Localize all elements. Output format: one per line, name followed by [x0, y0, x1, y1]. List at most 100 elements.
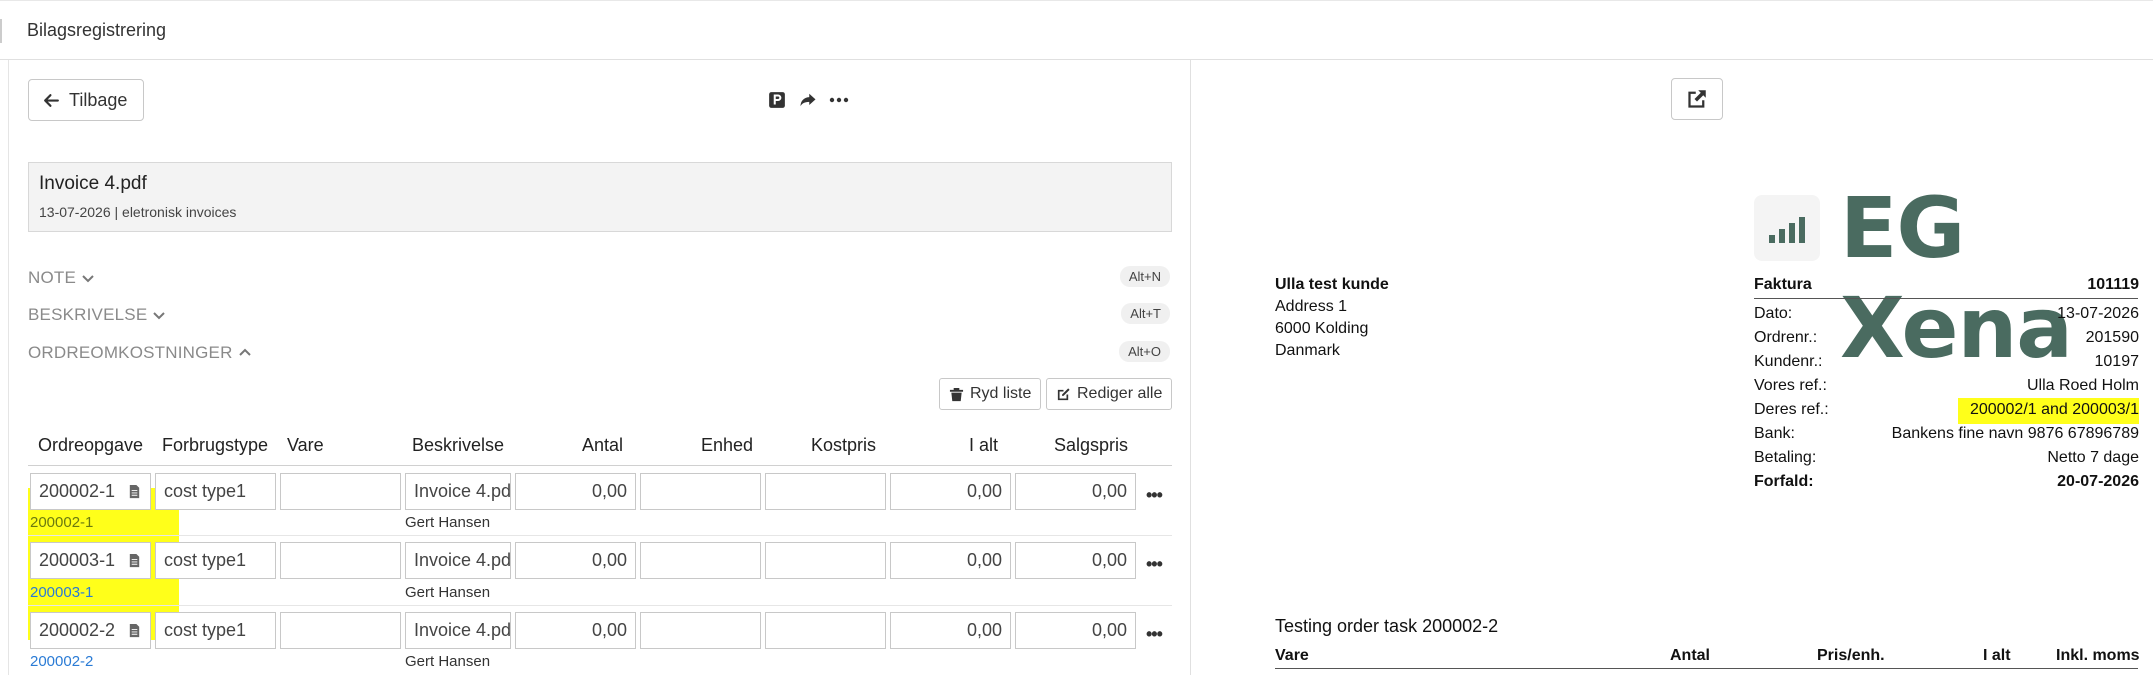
section-order-costs-toggle[interactable]: ORDREOMKOSTNINGER	[28, 343, 253, 363]
document-icon[interactable]	[127, 484, 142, 499]
lines-header-unit-price: Pris/enh.	[1817, 647, 1885, 664]
column-header-item: Vare	[287, 435, 324, 455]
column-header-description: Beskrivelse	[412, 435, 505, 455]
invoice-field-label: Forfald:	[1754, 473, 1814, 490]
app-header: Bilagsregistrering	[0, 0, 2153, 60]
item-input[interactable]	[280, 612, 401, 649]
quantity-input[interactable]: 0,00	[515, 612, 636, 649]
divider	[1754, 298, 2138, 299]
chevron-down-icon	[82, 275, 94, 283]
order-task-value: 200002-1	[39, 481, 116, 501]
section-description-toggle[interactable]: BESKRIVELSE	[28, 305, 167, 325]
total-input[interactable]: 0,00	[890, 612, 1011, 649]
shortcut-badge-order-costs: Alt+O	[1119, 341, 1170, 362]
order-task-input[interactable]: 200002-1	[30, 473, 151, 510]
clear-list-button[interactable]: Ryd liste	[939, 378, 1042, 410]
document-filename: Invoice 4.pdf	[39, 173, 147, 194]
cost-price-input[interactable]	[765, 473, 886, 510]
order-task-input[interactable]: 200002-2	[30, 612, 151, 649]
invoice-field-value: 200002/1 and 200003/1	[1969, 401, 2139, 418]
invoice-task-line: Testing order task 200002-2	[1275, 616, 1499, 636]
consumption-type-input[interactable]: cost type1	[155, 542, 276, 579]
lines-header-incl-vat: Inkl. moms	[2056, 647, 2140, 664]
parking-icon[interactable]	[766, 89, 788, 111]
invoice-field-label: Kundenr.:	[1754, 353, 1823, 370]
shortcut-badge-note: Alt+N	[1119, 266, 1170, 287]
document-icon[interactable]	[127, 553, 142, 568]
invoice-field-value: 201590	[2085, 329, 2139, 346]
invoice-field-label: Ordrenr.:	[1754, 329, 1818, 346]
column-header-order: Ordreopgave	[38, 435, 144, 455]
sale-price-input[interactable]: 0,00	[1015, 612, 1136, 649]
customer-name: Ulla test kunde	[1275, 276, 1389, 293]
edit-all-label: Rediger alle	[1077, 385, 1163, 402]
invoice-field-label: Deres ref.:	[1754, 401, 1829, 418]
order-task-input[interactable]: 200003-1	[30, 542, 151, 579]
invoice-field-value: Netto 7 dage	[2047, 449, 2139, 466]
invoice-field-label: Dato:	[1754, 305, 1793, 322]
row-more-button[interactable]: •••	[1146, 554, 1163, 575]
row-more-button[interactable]: •••	[1146, 485, 1163, 506]
divider	[28, 535, 1172, 536]
description-input[interactable]: Invoice 4.pdf	[405, 612, 511, 649]
section-note-label: NOTE	[28, 268, 77, 287]
document-meta: 13-07-2026 | eletronisk invoices	[39, 204, 237, 220]
quantity-input[interactable]: 0,00	[515, 542, 636, 579]
cost-price-input[interactable]	[765, 542, 886, 579]
column-header-quantity: Antal	[582, 435, 624, 455]
order-task-value: 200002-2	[39, 620, 116, 640]
edit-all-button[interactable]: Rediger alle	[1046, 378, 1173, 410]
invoice-field-value: 20-07-2026	[2057, 473, 2139, 490]
invoice-field-value: Bankens fine navn 9876 67896789	[1891, 425, 2139, 442]
lines-header-quantity: Antal	[1670, 647, 1710, 664]
item-input[interactable]	[280, 542, 401, 579]
cost-price-input[interactable]	[765, 612, 886, 649]
more-options-icon[interactable]	[828, 89, 850, 111]
row-person-name: Gert Hansen	[405, 653, 491, 670]
unit-input[interactable]	[640, 612, 761, 649]
share-icon[interactable]	[797, 89, 819, 111]
order-task-link[interactable]: 200002-2	[30, 653, 93, 670]
customer-city: 6000 Kolding	[1275, 320, 1369, 337]
back-button-label: Tilbage	[69, 89, 128, 110]
column-header-total: I alt	[969, 435, 999, 455]
customer-address: Address 1	[1275, 298, 1348, 315]
row-more-button[interactable]: •••	[1146, 624, 1163, 645]
column-header-cost: Kostpris	[811, 435, 877, 455]
consumption-type-input[interactable]: cost type1	[155, 612, 276, 649]
quantity-input[interactable]: 0,00	[515, 473, 636, 510]
section-order-costs-label: ORDREOMKOSTNINGER	[28, 343, 233, 362]
lines-header-total: I alt	[1983, 647, 2011, 664]
description-input[interactable]: Invoice 4.pdf	[405, 542, 511, 579]
order-task-link[interactable]: 200002-1	[30, 514, 93, 531]
divider	[28, 465, 1172, 466]
row-person-name: Gert Hansen	[405, 584, 491, 601]
open-external-button[interactable]	[1671, 78, 1723, 120]
divider	[1275, 668, 2138, 669]
order-task-link[interactable]: 200003-1	[30, 584, 93, 601]
back-button[interactable]: Tilbage	[28, 79, 144, 121]
invoice-field-value: 10197	[2094, 353, 2140, 370]
document-info: Invoice 4.pdf 13-07-2026 | eletronisk in…	[28, 162, 1172, 232]
item-input[interactable]	[280, 473, 401, 510]
section-note-toggle[interactable]: NOTE	[28, 268, 96, 288]
consumption-type-input[interactable]: cost type1	[155, 473, 276, 510]
invoice-field-value: 13-07-2026	[2057, 305, 2139, 322]
description-input[interactable]: Invoice 4.pdf	[405, 473, 511, 510]
total-input[interactable]: 0,00	[890, 473, 1011, 510]
unit-input[interactable]	[640, 473, 761, 510]
total-input[interactable]: 0,00	[890, 542, 1011, 579]
order-task-value: 200003-1	[39, 550, 116, 570]
document-icon[interactable]	[127, 623, 142, 638]
invoice-title: Faktura	[1754, 276, 1812, 293]
invoice-number: 101119	[2087, 276, 2139, 293]
lines-header-item: Vare	[1275, 647, 1309, 664]
chevron-up-icon	[238, 348, 251, 356]
shortcut-badge-description: Alt+T	[1121, 303, 1170, 324]
sale-price-input[interactable]: 0,00	[1015, 473, 1136, 510]
column-header-type: Forbrugstype	[162, 435, 269, 455]
column-header-unit: Enhed	[701, 435, 754, 455]
unit-input[interactable]	[640, 542, 761, 579]
sale-price-input[interactable]: 0,00	[1015, 542, 1136, 579]
trash-icon	[949, 387, 964, 401]
